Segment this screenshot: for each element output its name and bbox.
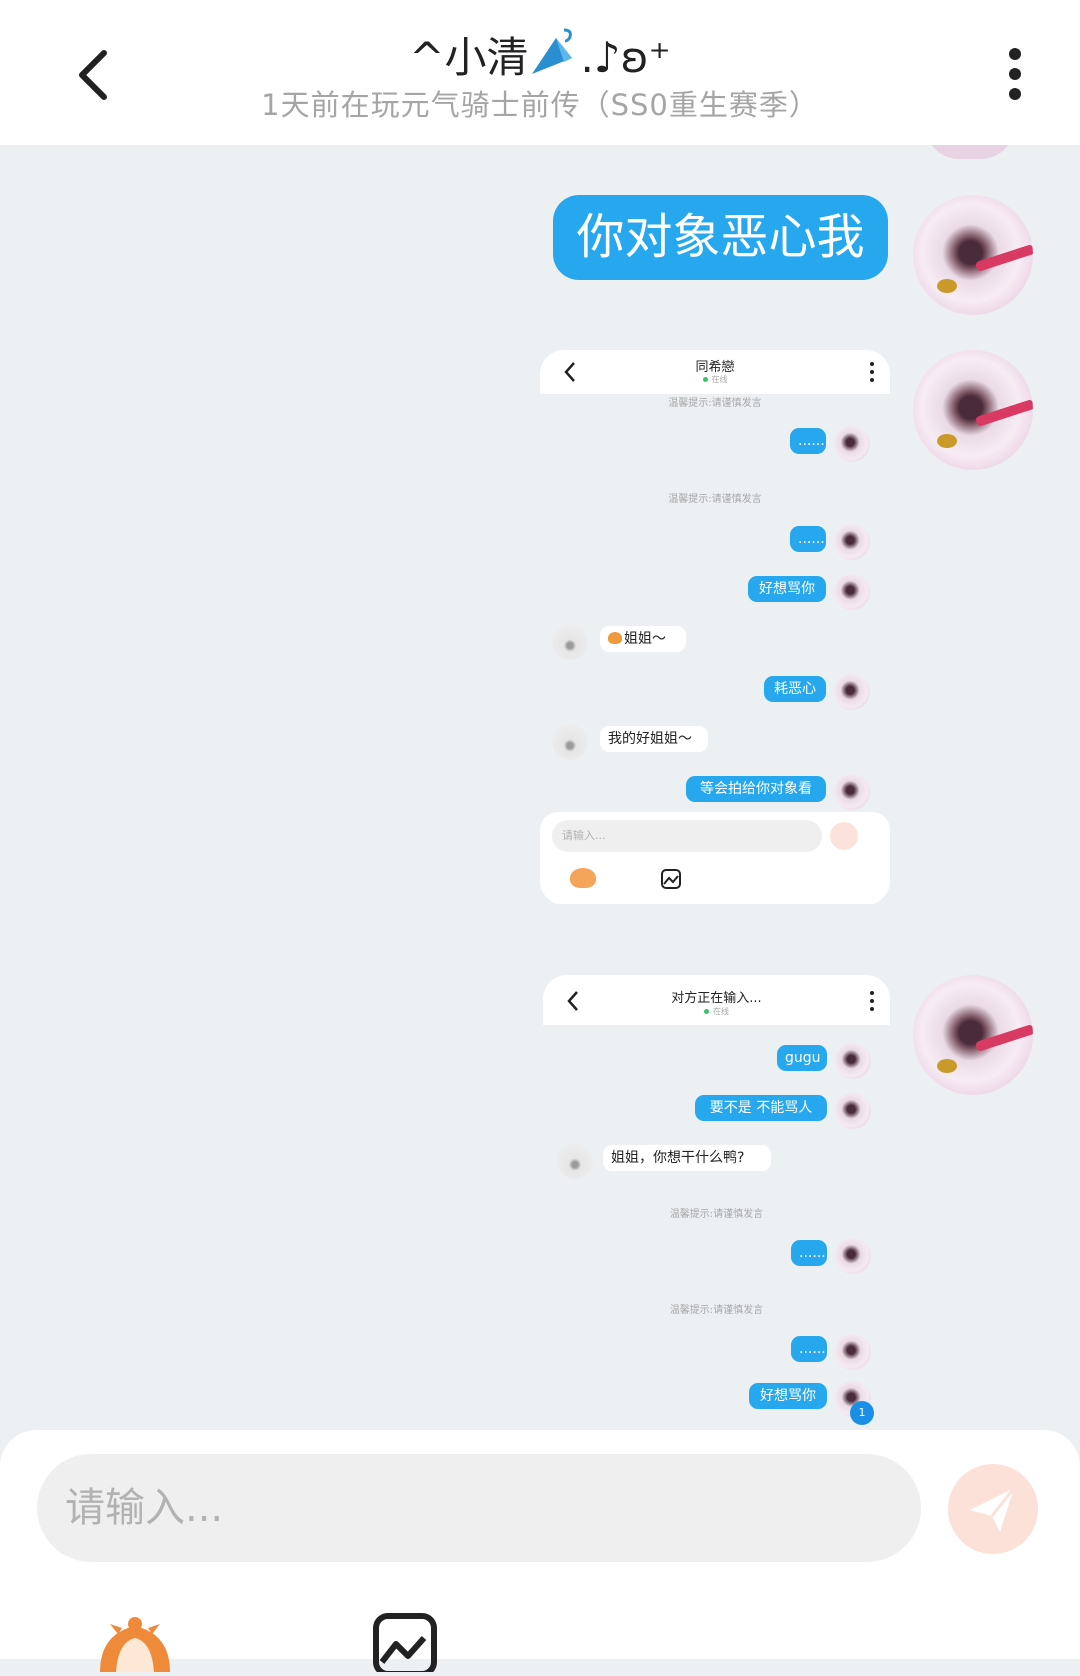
avatar [835,1238,871,1274]
shot-online: 在线 [540,374,890,385]
online-status: 1天前在玩元气骑士前传（SS0重生赛季） [261,88,819,122]
message-bubble: gugu [777,1045,827,1071]
more-vertical-icon [870,991,874,1011]
avatar [552,724,588,760]
warning-tip: 温馨提示:请谨慎发言 [669,1209,764,1220]
title-tail: .♪ʚ⁺ [580,33,671,82]
more-vertical-icon [1009,48,1021,100]
shot-online: 在线 [543,1006,890,1017]
avatar [834,674,870,710]
umbrella-icon [532,28,573,74]
image-icon [661,869,681,889]
send-button[interactable] [948,1464,1038,1554]
image-icon [373,1613,437,1676]
more-button[interactable] [995,45,1035,105]
message-bubble: 姐姐，你想干什么鸭? [603,1145,771,1171]
message-bubble: 等会拍给你对象看 [686,776,826,802]
avatar [834,426,870,462]
message-bubble: ...... [790,428,826,454]
image-message[interactable]: 对方正在输入... 在线 gugu 要不是 不能骂人 姐姐，你想干什么鸭? 温馨… [543,975,890,1430]
message-bubble: 耗恶心 [764,676,826,702]
image-button[interactable] [372,1612,438,1676]
avatar [557,1143,593,1179]
message-bubble: 好想骂你 [748,576,826,602]
avatar[interactable] [913,195,1033,315]
emoji-face-icon [570,868,596,888]
avatar[interactable] [913,975,1033,1095]
message-bubble: ...... [791,1336,827,1362]
avatar [834,774,870,810]
input-bar: 请输入... [0,1430,1080,1676]
message-bubble: ...... [790,526,826,552]
message-bubble: ...... [791,1240,827,1266]
avatar [834,574,870,610]
chat-header: ^小清 .♪ʚ⁺ 1天前在玩元气骑士前传（SS0重生赛季） [0,0,1080,145]
warning-tip: 温馨提示:请谨慎发言 [668,494,762,505]
avatar [835,1334,871,1370]
avatar [835,1043,871,1079]
emoji-face-icon [100,1617,170,1672]
message-input[interactable]: 请输入... [37,1454,921,1562]
image-message[interactable]: 同希戀 在线 温馨提示:请谨慎发言 ...... 温馨提示:请谨慎发言 ....… [540,350,890,905]
shot-title: 同希戀 [695,360,735,375]
message-bubble: 好想骂你 [749,1383,827,1409]
message-bubble: 姐姐～ [600,626,686,652]
avatar[interactable] [913,350,1033,470]
more-vertical-icon [870,362,874,382]
avatar [835,1093,871,1129]
send-icon [970,1487,1016,1532]
chat-title: ^小清 .♪ʚ⁺ [0,24,1080,85]
warning-tip: 温馨提示:请谨慎发言 [668,398,762,409]
title-main: ^小清 [409,33,529,82]
emoji-button[interactable] [90,1612,180,1672]
shot-header: 对方正在输入... 在线 [543,975,890,1025]
shot-header: 同希戀 在线 [540,350,890,394]
shot-input-area: 请输入... [540,812,890,904]
avatar [834,524,870,560]
shot-title: 对方正在输入... [671,991,762,1006]
message-bubble: 要不是 不能骂人 [695,1095,827,1121]
message-bubble: 我的好姐姐～ [600,726,708,752]
avatar [552,624,588,660]
send-icon [830,822,858,850]
unread-badge: 1 [850,1401,874,1425]
warning-tip: 温馨提示:请谨慎发言 [669,1305,764,1316]
emoji-face-icon [608,632,622,644]
shot-input: 请输入... [552,820,822,852]
message-bubble[interactable]: 你对象恶心我 [553,195,888,280]
